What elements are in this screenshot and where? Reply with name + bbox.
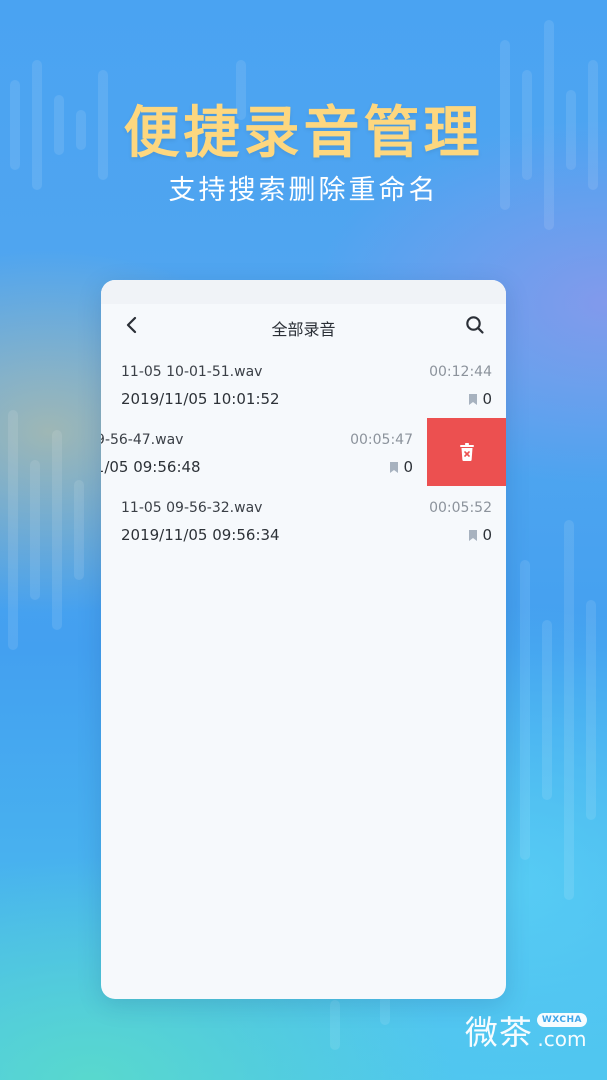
trash-icon bbox=[459, 443, 474, 461]
search-icon bbox=[466, 316, 484, 334]
recording-marks: 0 bbox=[469, 526, 492, 544]
search-button[interactable] bbox=[462, 312, 488, 338]
recording-marks-count: 0 bbox=[482, 526, 492, 544]
promo-title: 便捷录音管理 bbox=[123, 101, 484, 166]
watermark-brand: 微茶 bbox=[464, 1013, 533, 1052]
recording-name: 11-05 09-56-32.wav bbox=[121, 500, 263, 516]
recording-date: 2019/11/05 10:01:52 bbox=[121, 390, 280, 408]
bookmark-icon bbox=[390, 461, 399, 473]
bookmark-icon bbox=[469, 393, 478, 405]
app-header: 全部录音 bbox=[101, 304, 506, 350]
watermark-right: WXCHA .com bbox=[536, 1013, 587, 1051]
recording-duration: 00:12:44 bbox=[429, 364, 492, 380]
recording-duration: 00:05:52 bbox=[429, 500, 492, 516]
recording-marks: 0 bbox=[469, 390, 492, 408]
recording-date: 2019/11/05 09:56:34 bbox=[121, 526, 280, 544]
watermark-logo: 微茶 WXCHA .com bbox=[465, 1013, 587, 1049]
recording-marks-count: 0 bbox=[482, 390, 492, 408]
recording-item-content[interactable]: 11-05 09-56-47.wav 2019/11/05 09:56:48 0… bbox=[101, 418, 427, 486]
status-bar bbox=[101, 280, 506, 304]
recording-list: 11-05 10-01-51.wav 2019/11/05 10:01:52 0… bbox=[101, 350, 506, 554]
recording-item[interactable]: 11-05 09-56-47.wav 2019/11/05 09:56:48 0… bbox=[101, 418, 506, 486]
recording-name: 11-05 09-56-47.wav bbox=[101, 432, 184, 448]
promo-subtitle: 支持搜索删除重命名 bbox=[168, 175, 439, 206]
recording-duration: 00:05:47 bbox=[350, 432, 413, 448]
recording-name: 11-05 10-01-51.wav bbox=[121, 364, 263, 380]
recording-marks: 0 bbox=[390, 458, 413, 476]
recording-item[interactable]: 11-05 10-01-51.wav 2019/11/05 10:01:52 0… bbox=[101, 350, 506, 418]
page-title: 全部录音 bbox=[271, 320, 336, 339]
watermark-badge: WXCHA bbox=[536, 1013, 587, 1027]
delete-button[interactable] bbox=[427, 418, 506, 486]
app-screen: 全部录音 11-05 10-01-51.wav 2019/11/05 10:01… bbox=[101, 280, 506, 999]
bookmark-icon bbox=[469, 529, 478, 541]
recording-item-content[interactable]: 11-05 10-01-51.wav 2019/11/05 10:01:52 0… bbox=[101, 350, 506, 418]
watermark-domain: .com bbox=[537, 1027, 587, 1051]
recording-marks-count: 0 bbox=[403, 458, 413, 476]
recording-item[interactable]: 11-05 09-56-32.wav 2019/11/05 09:56:34 0… bbox=[101, 486, 506, 554]
recording-date: 2019/11/05 09:56:48 bbox=[101, 458, 201, 476]
recording-item-content[interactable]: 11-05 09-56-32.wav 2019/11/05 09:56:34 0… bbox=[101, 486, 506, 554]
